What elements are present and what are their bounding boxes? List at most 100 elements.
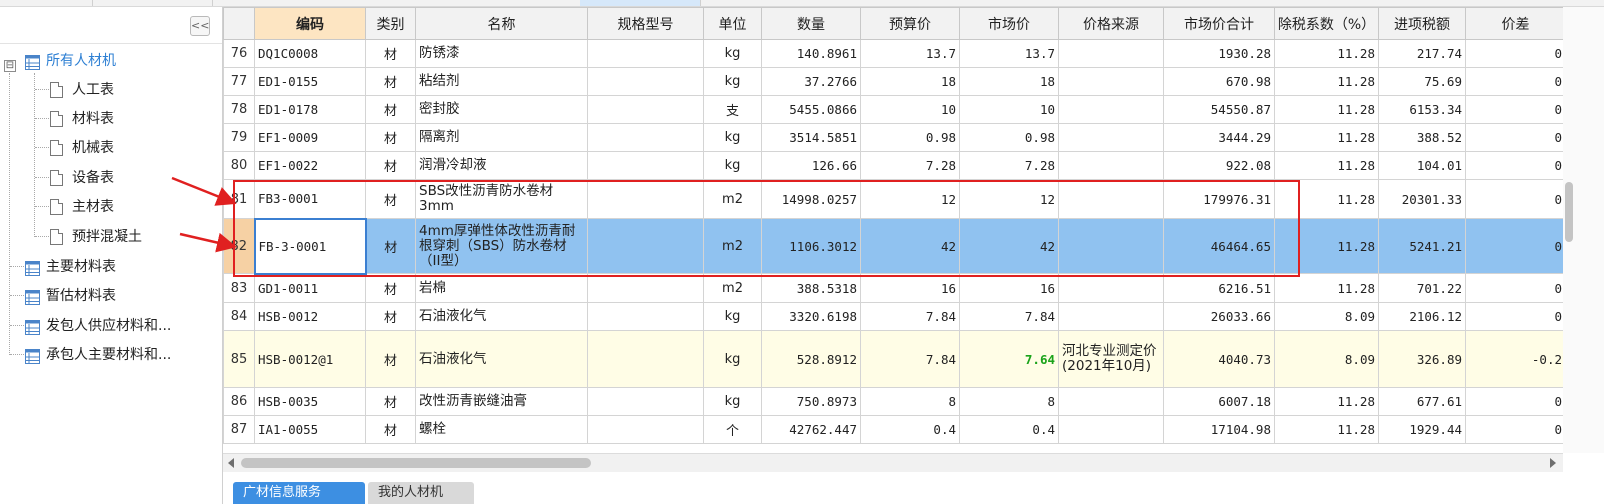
cell-input-tax[interactable]: 1929.44 [1378,415,1466,444]
cell-unit[interactable]: m2 [703,179,762,219]
cell-quantity[interactable]: 42762.447 [761,415,861,444]
cell-type[interactable]: 材 [365,387,416,416]
cell-tax-rate[interactable]: 11.28 [1274,387,1379,416]
tree-item-equipment[interactable]: 设备表 [50,166,114,190]
cell-code[interactable]: HSB-0012@1 [254,330,366,388]
cell-type[interactable]: 材 [365,67,416,96]
cell-code[interactable]: HSB-0035 [254,387,366,416]
cell-unit[interactable]: 支 [703,95,762,124]
cell-market-total[interactable]: 17104.98 [1163,415,1275,444]
column-header-type[interactable]: 类别 [365,7,416,40]
cell-spec[interactable] [587,151,704,180]
scroll-left-icon[interactable] [227,458,235,468]
cell-spec[interactable] [587,95,704,124]
cell-tax-rate[interactable]: 11.28 [1274,179,1379,219]
cell-code[interactable]: GD1-0011 [254,273,366,303]
cell-type[interactable]: 材 [365,151,416,180]
table-row[interactable]: 78 ED1-0178 材 密封胶 支 5455.0866 10 10 5455… [223,95,1566,124]
cell-input-tax[interactable]: 6153.34 [1378,95,1466,124]
table-row[interactable]: 81 FB3-0001 材 SBS改性沥青防水卷材3mm m2 14998.02… [223,179,1566,219]
cell-market-price[interactable]: 7.64 [959,330,1059,388]
cell-price-source[interactable] [1058,273,1164,303]
cell-spec[interactable] [587,273,704,303]
cell-market-total[interactable]: 6007.18 [1163,387,1275,416]
tree-item-all-resources[interactable]: 所有人材机 [25,49,116,73]
cell-market-price[interactable]: 0.98 [959,123,1059,152]
cell-price-source[interactable] [1058,302,1164,331]
cell-market-price[interactable]: 7.28 [959,151,1059,180]
cell-name[interactable]: 粘结剂 [415,67,588,96]
cell-input-tax[interactable]: 677.61 [1378,387,1466,416]
cell-code[interactable]: EF1-0022 [254,151,366,180]
cell-input-tax[interactable]: 75.69 [1378,67,1466,96]
vertical-scrollbar[interactable] [1563,7,1604,453]
column-header-market-price[interactable]: 市场价 [959,7,1059,40]
cell-quantity[interactable]: 750.8973 [761,387,861,416]
cell-name[interactable]: 密封胶 [415,95,588,124]
cell-input-tax[interactable]: 388.52 [1378,123,1466,152]
cell-price-source[interactable] [1058,123,1164,152]
cell-price-diff[interactable]: -0.2 [1465,330,1566,388]
cell-name[interactable]: 螺栓 [415,415,588,444]
column-header-budget-price[interactable]: 预算价 [860,7,960,40]
cell-quantity[interactable]: 14998.0257 [761,179,861,219]
table-row[interactable]: 76 DQ1C0008 材 防锈漆 kg 140.8961 13.7 13.7 … [223,39,1566,68]
cell-unit[interactable]: m2 [703,218,762,274]
cell-price-diff[interactable]: 0 [1465,415,1566,444]
cell-name[interactable]: 石油液化气 [415,302,588,331]
cell-price-source[interactable] [1058,415,1164,444]
column-header-quantity[interactable]: 数量 [761,7,861,40]
cell-market-total[interactable]: 3444.29 [1163,123,1275,152]
cell-budget-price[interactable]: 8 [860,387,960,416]
cell-tax-rate[interactable]: 11.28 [1274,218,1379,274]
cell-budget-price[interactable]: 18 [860,67,960,96]
tree-item-ready-mix-concrete[interactable]: 预拌混凝土 [50,225,142,249]
cell-type[interactable]: 材 [365,95,416,124]
column-header-spec[interactable]: 规格型号 [587,7,704,40]
cell-unit[interactable]: m2 [703,273,762,303]
cell-price-source[interactable] [1058,387,1164,416]
table-row[interactable]: 84 HSB-0012 材 石油液化气 kg 3320.6198 7.84 7.… [223,302,1566,331]
cell-price-diff[interactable]: 0 [1465,123,1566,152]
cell-spec[interactable] [587,330,704,388]
cell-quantity[interactable]: 3320.6198 [761,302,861,331]
cell-code[interactable]: DQ1C0008 [254,39,366,68]
cell-name[interactable]: 隔离剂 [415,123,588,152]
cell-code[interactable]: IA1-0055 [254,415,366,444]
cell-market-price[interactable]: 7.84 [959,302,1059,331]
cell-name[interactable]: 改性沥青嵌缝油膏 [415,387,588,416]
cell-type[interactable]: 材 [365,302,416,331]
cell-tax-rate[interactable]: 11.28 [1274,95,1379,124]
cell-market-total[interactable]: 46464.65 [1163,218,1275,274]
cell-price-diff[interactable]: 0 [1465,179,1566,219]
table-row[interactable]: 79 EF1-0009 材 隔离剂 kg 3514.5851 0.98 0.98… [223,123,1566,152]
cell-budget-price[interactable]: 16 [860,273,960,303]
cell-market-price[interactable]: 8 [959,387,1059,416]
table-row-selected[interactable]: 82 FB-3-0001 材 4mm厚弹性体改性沥青耐根穿刺（SBS）防水卷材（… [223,217,1566,275]
table-row[interactable]: 86 HSB-0035 材 改性沥青嵌缝油膏 kg 750.8973 8 8 6… [223,387,1566,416]
tree-collapse-toggle[interactable]: ⊟ [4,60,16,72]
cell-tax-rate[interactable]: 8.09 [1274,330,1379,388]
cell-type[interactable]: 材 [365,273,416,303]
tree-item-employer-supplied[interactable]: 发包人供应材料和... [25,314,171,338]
cell-spec[interactable] [587,302,704,331]
cell-quantity[interactable]: 37.2766 [761,67,861,96]
tree-item-materials[interactable]: 材料表 [50,107,114,131]
tree-item-provisional-materials[interactable]: 暂估材料表 [25,284,116,308]
table-row[interactable]: 77 ED1-0155 材 粘结剂 kg 37.2766 18 18 670.9… [223,67,1566,96]
horizontal-scrollbar[interactable] [223,453,1563,472]
cell-market-total[interactable]: 1930.28 [1163,39,1275,68]
cell-price-source[interactable] [1058,151,1164,180]
cell-quantity[interactable]: 140.8961 [761,39,861,68]
column-header-code[interactable]: 编码 [254,7,366,40]
cell-price-source[interactable] [1058,218,1164,274]
cell-quantity[interactable]: 1106.3012 [761,218,861,274]
cell-name[interactable]: 岩棉 [415,273,588,303]
cell-price-source[interactable] [1058,95,1164,124]
cell-market-total[interactable]: 179976.31 [1163,179,1275,219]
cell-price-diff[interactable]: 0 [1465,387,1566,416]
cell-input-tax[interactable]: 2106.12 [1378,302,1466,331]
column-header-price-diff[interactable]: 价差 [1465,7,1566,40]
tab-material-info-service[interactable]: 广材信息服务 [233,482,365,504]
cell-name[interactable]: 防锈漆 [415,39,588,68]
